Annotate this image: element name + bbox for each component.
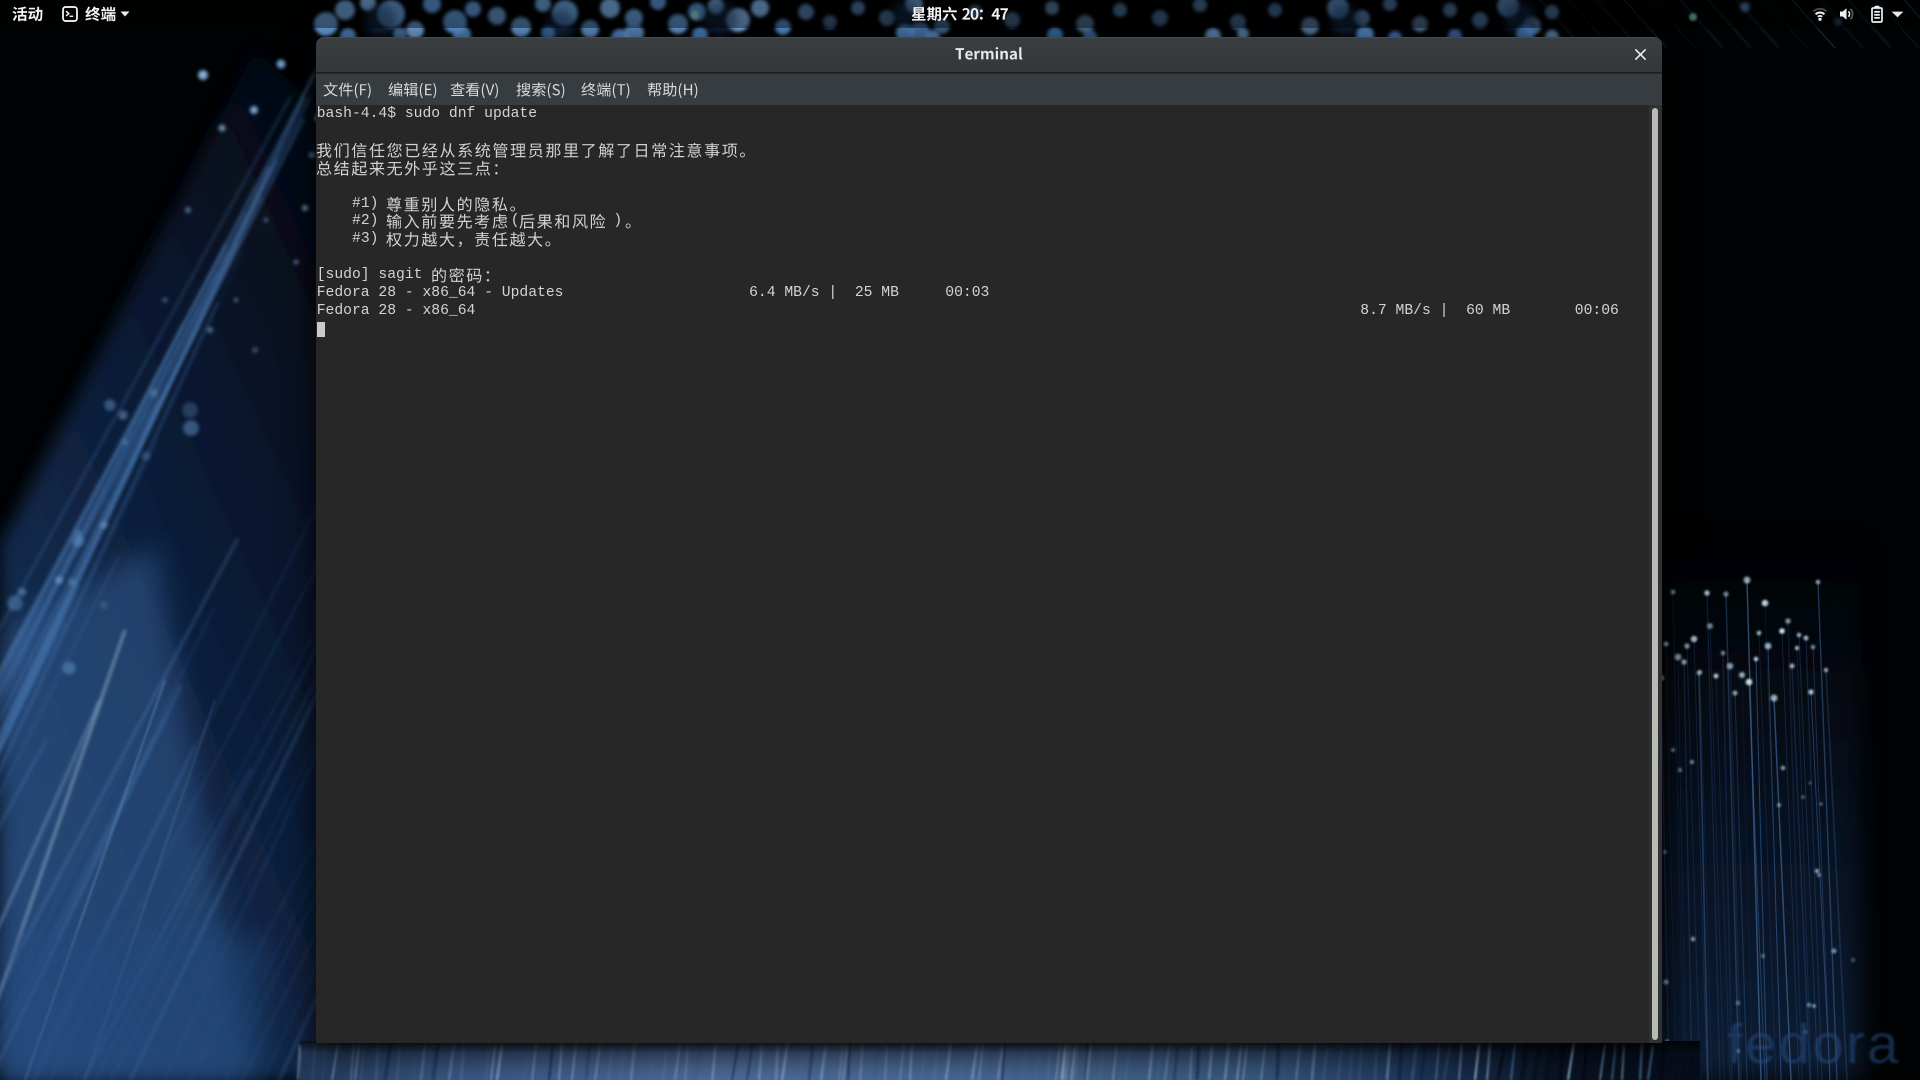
svg-text:fedora: fedora [1727, 1012, 1901, 1075]
